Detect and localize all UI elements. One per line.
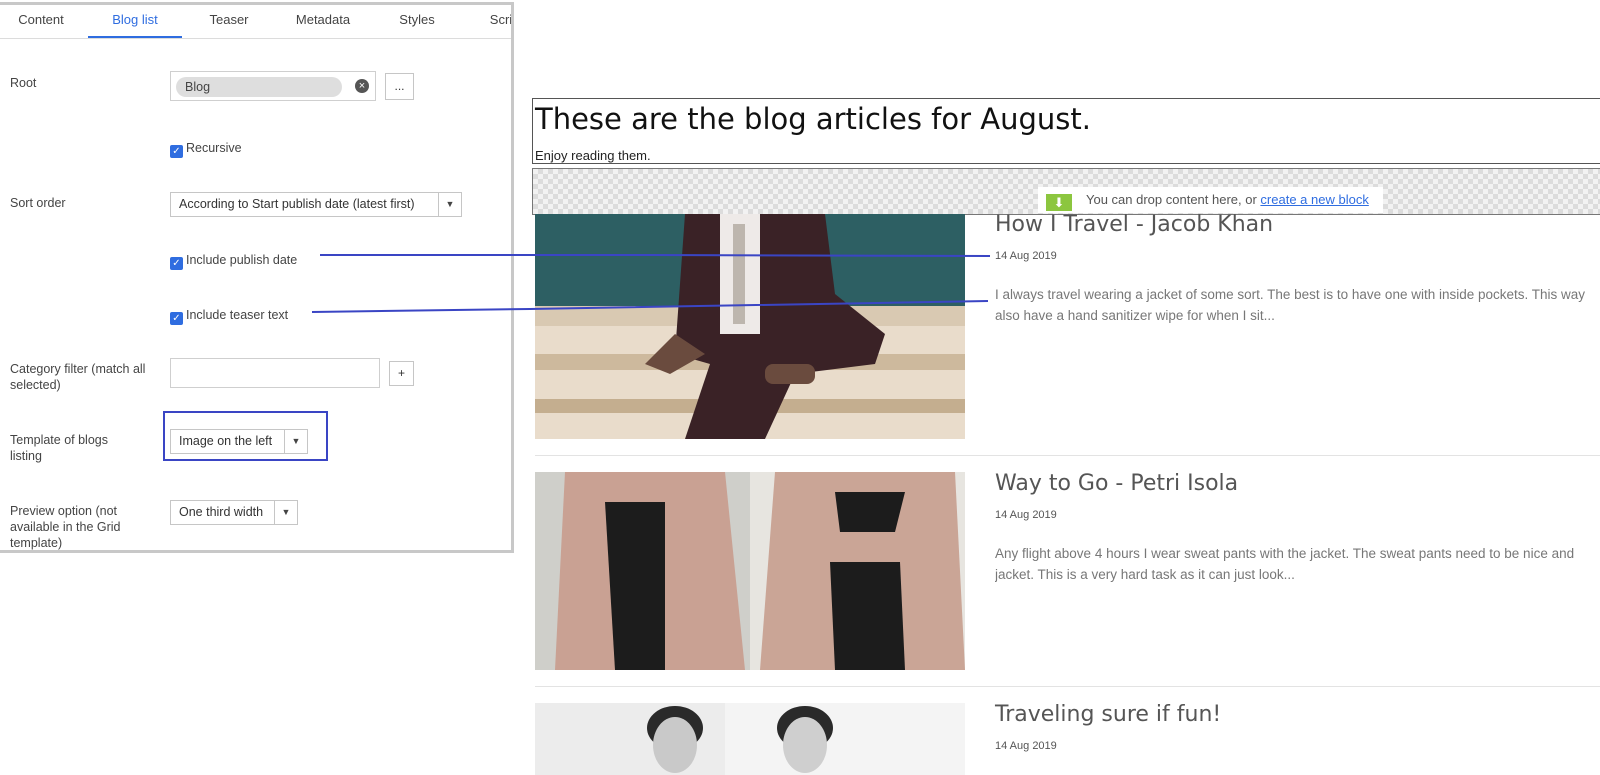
template-label: Template of blogs listing bbox=[10, 433, 108, 463]
post-divider bbox=[535, 686, 1600, 687]
post-date: 14 Aug 2019 bbox=[995, 740, 1057, 752]
teaser-connector bbox=[311, 300, 989, 313]
post-teaser: I always travel wearing a jacket of some… bbox=[995, 284, 1600, 326]
post-teaser-line: also have a hand sanitizer wipe for when… bbox=[995, 308, 1275, 323]
post-teaser-line: Any flight above 4 hours I wear sweat pa… bbox=[995, 546, 1575, 561]
post-title[interactable]: Traveling sure if fun! bbox=[995, 702, 1221, 727]
post-image[interactable] bbox=[535, 472, 965, 670]
post-teaser-line: I always travel wearing a jacket of some… bbox=[995, 287, 1586, 302]
template-highlight bbox=[163, 411, 328, 461]
post-divider bbox=[535, 455, 1600, 456]
download-arrow-icon: ⬇ bbox=[1046, 194, 1072, 211]
category-filter-label: Category filter (match all selected) bbox=[10, 362, 146, 392]
post-image[interactable] bbox=[535, 703, 965, 775]
post-date: 14 Aug 2019 bbox=[995, 509, 1057, 521]
post-teaser: Any flight above 4 hours I wear sweat pa… bbox=[995, 543, 1600, 585]
post-date: 14 Aug 2019 bbox=[995, 250, 1057, 262]
preview-option-label: Preview option (not available in the Gri… bbox=[10, 504, 121, 550]
drop-text: You can drop content here, or bbox=[1086, 192, 1261, 207]
preview-option-select[interactable]: One third width ▼ bbox=[170, 500, 298, 525]
drop-message: ⬇ You can drop content here, or create a … bbox=[1038, 187, 1383, 213]
add-category-button[interactable]: + bbox=[389, 361, 414, 386]
two-men-image bbox=[535, 703, 965, 775]
post-title[interactable]: How I Travel - Jacob Khan bbox=[995, 212, 1273, 237]
create-block-link[interactable]: create a new block bbox=[1260, 192, 1368, 207]
publish-date-connector bbox=[320, 254, 991, 257]
post-title[interactable]: Way to Go - Petri Isola bbox=[995, 471, 1238, 496]
couple-jackets-image bbox=[535, 472, 965, 670]
preview-option-value: One third width bbox=[179, 505, 264, 519]
annotation-connectors bbox=[311, 254, 991, 313]
category-filter-input[interactable] bbox=[170, 358, 380, 388]
post-teaser-line: jacket. This is a very hard task as it c… bbox=[995, 567, 1295, 582]
chevron-down-icon: ▼ bbox=[274, 501, 297, 524]
